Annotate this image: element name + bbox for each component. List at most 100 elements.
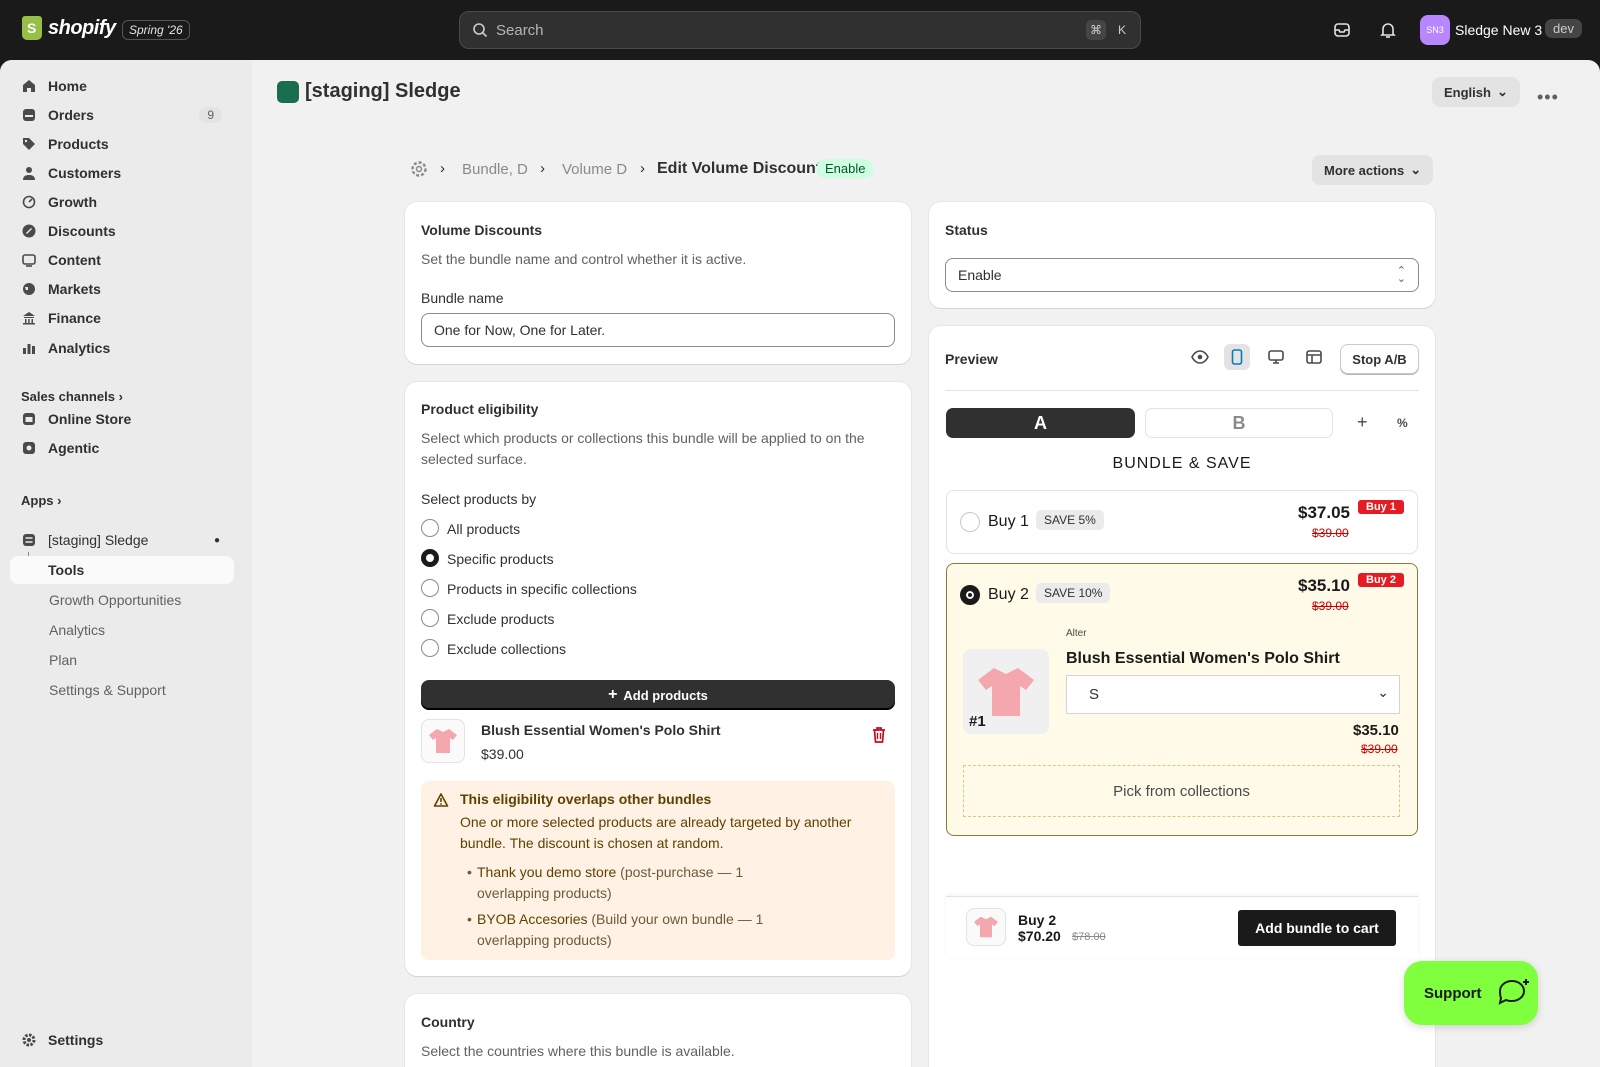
tier-1-radio[interactable] [960,512,980,532]
home-icon [21,78,37,94]
chevron-right-icon: › [540,160,545,177]
sidebar-item-discounts[interactable]: Discounts [10,217,234,245]
bundle-name-input[interactable]: One for Now, One for Later. [421,313,895,347]
store-name[interactable]: Sledge New 3 [1455,22,1542,38]
sidebar-item-content[interactable]: Content [10,246,234,274]
avatar[interactable]: SN3 [1420,15,1450,45]
sidebar-item-label: Agentic [48,440,100,456]
trash-icon[interactable] [871,726,887,744]
sales-channels-heading[interactable]: Sales channels › [21,389,123,404]
sidebar-item-label: [staging] Sledge [48,532,149,548]
mobile-icon[interactable] [1224,344,1250,370]
sidebar-item-markets[interactable]: Markets [10,275,234,303]
sidebar-item-settings[interactable]: Settings [10,1026,234,1054]
sidebar-item-label: Growth [48,194,97,210]
sidebar-item-label: Markets [48,281,101,297]
bell-icon[interactable] [1378,20,1398,40]
sidebar-item-settings-support[interactable]: Settings & Support [49,682,166,698]
sidebar-item-growth-opportunities[interactable]: Growth Opportunities [49,592,181,608]
inbox-icon[interactable] [1332,20,1352,40]
sidebar-item-customers[interactable]: Customers [10,159,234,187]
shirt-icon [974,916,998,938]
item-price: $35.10 [1353,722,1399,739]
sidebar-item-analytics[interactable]: Analytics [10,334,234,362]
page-title: Edit Volume Discount [657,160,822,177]
add-bundle-to-cart-button[interactable]: Add bundle to cart [1238,910,1396,946]
sidebar-item-label: Tools [48,562,85,578]
tier-1-price: $37.05 [1298,503,1350,522]
variant-tab-a[interactable]: A [946,408,1135,438]
breadcrumb-volume[interactable]: Volume D [562,161,627,178]
top-bar: shopify Spring '26 Search ⌘ K SN3 Sledge… [0,0,1600,60]
desktop-icon[interactable] [1263,344,1289,370]
app-icon [21,532,37,548]
shopify-logo[interactable]: shopify [22,16,116,40]
edition-badge: Spring '26 [122,20,190,40]
sidebar-item-home[interactable]: Home [10,72,234,100]
pick-from-collections-button[interactable]: Pick from collections [963,765,1400,817]
radio-exclude-collections[interactable] [421,639,439,657]
variant-tab-b[interactable]: B [1145,408,1333,438]
sidebar-item-growth[interactable]: Growth [10,188,234,216]
overlap-link-2[interactable]: BYOB Accesories [477,911,588,927]
rank-label: #1 [969,713,986,730]
sidebar-item-online-store[interactable]: Online Store [10,405,234,433]
status-select[interactable]: Enable ⌃ ⌄ [945,258,1419,292]
settings-gear-icon[interactable] [410,160,428,178]
variant-select[interactable]: S ⌄ [1066,675,1400,714]
tier-1-save-pill: SAVE 5% [1036,510,1104,530]
orders-icon [21,107,37,123]
layout-icon[interactable] [1301,344,1327,370]
split-percent-icon[interactable]: % [1397,416,1408,430]
search-icon [473,23,488,38]
tier-2-radio[interactable] [960,585,980,605]
overlap-link-1[interactable]: Thank you demo store [477,864,616,880]
select-arrows-icon: ⌃ ⌄ [1396,265,1406,285]
sidebar-item-plan[interactable]: Plan [49,652,77,668]
sidebar-item-app-analytics[interactable]: Analytics [49,622,105,638]
add-products-button[interactable]: + Add products [421,680,895,710]
search-input[interactable]: Search ⌘ K [459,11,1141,49]
chevron-down-icon: ⌄ [1410,162,1422,177]
radio-specific-products[interactable] [421,549,439,567]
footer-thumbnail [966,908,1006,946]
support-label: Support [1424,984,1482,1002]
sidebar-item-finance[interactable]: Finance [10,304,234,332]
more-menu-icon[interactable]: ••• [1537,87,1559,108]
breadcrumb-bundle[interactable]: Bundle, D [462,161,528,178]
chevron-right-icon: › [440,160,445,177]
chat-icon [1498,979,1529,1005]
variant-value: S [1089,686,1100,703]
apps-label: Apps [21,493,54,508]
add-variant-icon[interactable]: + [1357,412,1368,433]
radio-all-products[interactable] [421,519,439,537]
stop-ab-label: Stop A/B [1352,351,1407,367]
support-button[interactable]: Support [1404,961,1538,1025]
sidebar-item-app[interactable]: [staging] Sledge ● [10,526,234,554]
radio-label: Products in specific collections [447,581,637,597]
store-icon [21,411,37,427]
stop-ab-button[interactable]: Stop A/B [1340,344,1419,374]
tier-1-tag: Buy 1 [1358,500,1404,514]
apps-heading[interactable]: Apps › [21,493,61,508]
radio-label: Exclude products [447,611,555,627]
agentic-icon [21,440,37,456]
tier-2-label: Buy 2 [988,586,1029,603]
language-select[interactable]: English ⌄ [1432,77,1520,107]
eye-icon[interactable] [1187,344,1213,370]
status-badge: Enable [817,159,874,178]
radio-label: Specific products [447,551,554,567]
more-actions-button[interactable]: More actions ⌄ [1312,155,1434,185]
sidebar-item-label: Customers [48,165,122,181]
discount-icon [21,223,37,239]
radio-specific-collections[interactable] [421,579,439,597]
pin-dot-icon: ● [213,534,220,546]
sidebar-item-label: Orders [48,107,94,123]
bundle-name-value: One for Now, One for Later. [434,322,606,338]
sidebar-item-agentic[interactable]: Agentic [10,434,234,462]
radio-exclude-products[interactable] [421,609,439,627]
sidebar-item-orders[interactable]: Orders 9 [10,101,234,129]
sidebar-item-products[interactable]: Products [10,130,234,158]
sidebar-item-tools[interactable]: Tools [10,556,234,584]
language-label: English [1444,84,1491,100]
